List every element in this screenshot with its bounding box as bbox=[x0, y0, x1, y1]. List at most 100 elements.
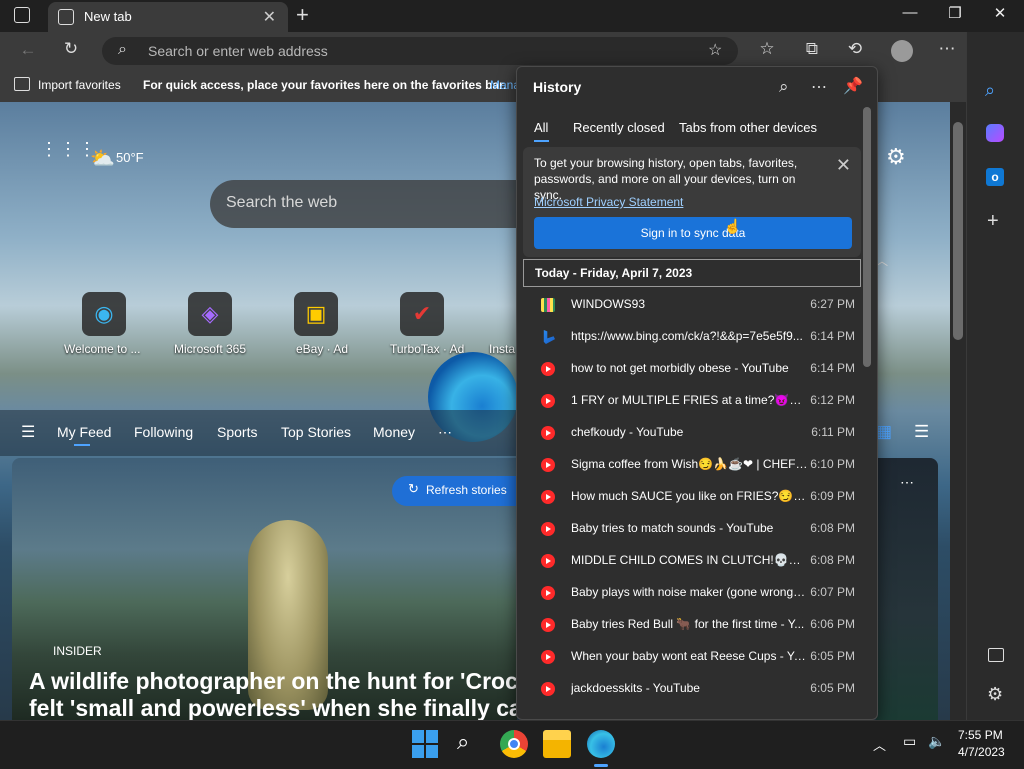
turbotax-icon: ✔ bbox=[400, 292, 444, 336]
web-search-placeholder: Search the web bbox=[226, 194, 338, 211]
windows-start-icon[interactable] bbox=[412, 730, 440, 758]
sign-in-button[interactable]: Sign in to sync data bbox=[534, 217, 852, 249]
history-scrollbar[interactable] bbox=[863, 107, 871, 367]
collections-icon[interactable]: ⧉ bbox=[797, 39, 827, 59]
refresh-icon[interactable]: ↻ bbox=[56, 39, 86, 59]
file-explorer-icon[interactable] bbox=[543, 730, 571, 758]
restore-icon[interactable]: ❐ bbox=[935, 4, 975, 28]
history-tab-recently-closed[interactable]: Recently closed bbox=[573, 120, 665, 135]
history-item-title: Baby tries Red Bull 🐂 for the first time… bbox=[571, 617, 805, 631]
edge-tile-icon: ◉ bbox=[82, 292, 126, 336]
top-site-microsoft365[interactable]: ◈ bbox=[188, 292, 232, 336]
sidebar-settings-icon[interactable]: ⚙ bbox=[987, 684, 1003, 705]
history-item[interactable]: jackdoesskits - YouTube 6:05 PM bbox=[523, 673, 861, 705]
feed-tab-money[interactable]: Money bbox=[373, 424, 415, 440]
volume-icon[interactable]: 🔈 bbox=[928, 733, 945, 750]
taskbar-time[interactable]: 7:55 PM bbox=[958, 728, 1003, 742]
privacy-statement-link[interactable]: Microsoft Privacy Statement bbox=[534, 195, 683, 209]
list-layout-icon[interactable]: ☰ bbox=[914, 422, 929, 442]
history-tab-other-devices[interactable]: Tabs from other devices bbox=[679, 120, 817, 135]
history-item[interactable]: When your baby wont eat Reese Cups - Yo.… bbox=[523, 641, 861, 673]
feed-tab-following[interactable]: Following bbox=[134, 424, 193, 440]
sidebar-add-icon[interactable]: + bbox=[987, 210, 999, 233]
feed-menu-icon[interactable]: ☰ bbox=[21, 422, 35, 442]
history-item-title: chefkoudy - YouTube bbox=[571, 425, 684, 439]
feed-tab-my-feed[interactable]: My Feed bbox=[57, 424, 111, 440]
history-item-time: 6:27 PM bbox=[810, 297, 855, 311]
weather-temp[interactable]: 50°F bbox=[116, 150, 144, 165]
app-launcher-icon[interactable]: ⋮⋮⋮ bbox=[40, 140, 97, 158]
history-item-title: WINDOWS93 bbox=[571, 297, 646, 311]
youtube-icon bbox=[541, 554, 555, 568]
sidebar-search-icon[interactable]: ⌕ bbox=[985, 80, 995, 101]
close-tab-icon[interactable]: ✕ bbox=[263, 7, 276, 27]
history-item-time: 6:08 PM bbox=[810, 553, 855, 567]
history-item-title: jackdoesskits - YouTube bbox=[571, 681, 700, 695]
profile-avatar[interactable] bbox=[891, 40, 913, 62]
tab-actions-icon[interactable] bbox=[14, 7, 30, 23]
top-site-turbotax[interactable]: ✔ bbox=[400, 292, 444, 336]
refresh-stories-button[interactable]: ↻ Refresh stories bbox=[392, 476, 518, 506]
title-bar: New tab ✕ + — ❐ ✕ bbox=[0, 0, 1024, 32]
minimize-icon[interactable]: — bbox=[890, 4, 930, 28]
history-item[interactable]: https://www.bing.com/ck/a?!&&p=7e5e5f9..… bbox=[523, 321, 861, 353]
story-headline-line2[interactable]: felt 'small and powerless' when she fina… bbox=[29, 695, 522, 722]
close-banner-icon[interactable]: ✕ bbox=[836, 155, 851, 176]
history-item[interactable]: How much SAUCE you like on FRIES?😏🍌 ... … bbox=[523, 481, 861, 513]
web-search-box[interactable]: Search the web bbox=[210, 180, 520, 228]
history-item-title: https://www.bing.com/ck/a?!&&p=7e5e5f9..… bbox=[571, 329, 803, 343]
pin-icon[interactable]: 📌 bbox=[843, 76, 863, 96]
history-item[interactable]: how to not get morbidly obese - YouTube … bbox=[523, 353, 861, 385]
sidebar-copilot-icon[interactable] bbox=[986, 124, 1004, 142]
history-item-title: how to not get morbidly obese - YouTube bbox=[571, 361, 789, 375]
tray-chevron-icon[interactable]: ︿ bbox=[873, 735, 886, 754]
page-settings-icon[interactable]: ⚙ bbox=[886, 144, 906, 170]
history-item[interactable]: Baby plays with noise maker (gone wrong)… bbox=[523, 577, 861, 609]
story-headline[interactable]: A wildlife photographer on the hunt for … bbox=[29, 668, 518, 695]
history-day-header[interactable]: Today - Friday, April 7, 2023 bbox=[523, 259, 861, 287]
chrome-icon[interactable] bbox=[500, 730, 528, 758]
feed-tab-top-stories[interactable]: Top Stories bbox=[281, 424, 351, 440]
import-favorites-button[interactable]: Import favorites bbox=[38, 78, 121, 92]
history-item[interactable]: MIDDLE CHILD COMES IN CLUTCH!💀🤩 ... 6:08… bbox=[523, 545, 861, 577]
history-item-time: 6:06 PM bbox=[810, 617, 855, 631]
top-site-welcome[interactable]: ◉ bbox=[82, 292, 126, 336]
page-scrollbar-thumb[interactable] bbox=[953, 122, 963, 340]
history-item[interactable]: Sigma coffee from Wish😏🍌☕❤ | CHEFK... 6:… bbox=[523, 449, 861, 481]
top-site-ebay[interactable]: ▣ bbox=[294, 292, 338, 336]
card-more-icon[interactable]: ⋯ bbox=[900, 474, 914, 491]
new-tab-page-icon bbox=[58, 9, 74, 25]
history-item[interactable]: chefkoudy - YouTube 6:11 PM bbox=[523, 417, 861, 449]
history-item[interactable]: 1 FRY or MULTIPLE FRIES at a time?😈🔥 ...… bbox=[523, 385, 861, 417]
feed-more-icon[interactable]: ⋯ bbox=[438, 424, 452, 441]
grid-layout-icon[interactable]: ▦ bbox=[876, 422, 892, 442]
history-more-icon[interactable]: ⋯ bbox=[811, 77, 827, 97]
tab-new-tab[interactable]: New tab ✕ bbox=[48, 2, 288, 32]
history-item[interactable]: Baby tries to match sounds - YouTube 6:0… bbox=[523, 513, 861, 545]
favorites-icon[interactable]: ☆ bbox=[752, 39, 782, 59]
close-window-icon[interactable]: ✕ bbox=[980, 4, 1020, 28]
address-bar[interactable]: ⌕ Search or enter web address ☆ bbox=[102, 37, 738, 65]
add-favorite-star-icon[interactable]: ☆ bbox=[708, 40, 722, 60]
history-item[interactable]: Baby tries Red Bull 🐂 for the first time… bbox=[523, 609, 861, 641]
youtube-icon bbox=[541, 650, 555, 664]
history-search-icon[interactable]: ⌕ bbox=[779, 77, 789, 97]
top-site-label: Microsoft 365 bbox=[174, 342, 247, 356]
taskbar-search-icon[interactable]: ⌕ bbox=[457, 729, 469, 755]
history-icon[interactable]: ⟲ bbox=[840, 39, 870, 59]
sidebar-toggle-icon[interactable] bbox=[988, 648, 1004, 662]
feed-tab-sports[interactable]: Sports bbox=[217, 424, 257, 440]
history-tab-all[interactable]: All bbox=[534, 120, 550, 142]
new-tab-plus-icon[interactable]: + bbox=[296, 2, 309, 28]
back-arrow-icon[interactable]: ← bbox=[13, 40, 43, 60]
network-icon[interactable]: ▭ bbox=[903, 733, 916, 750]
edge-sidebar: ⌕ o + ⚙ bbox=[966, 32, 1024, 720]
side-story-card[interactable] bbox=[876, 458, 938, 720]
taskbar-date[interactable]: 4/7/2023 bbox=[958, 745, 1005, 759]
more-options-icon[interactable]: ⋯ bbox=[932, 39, 962, 59]
history-item-title: MIDDLE CHILD COMES IN CLUTCH!💀🤩 ... bbox=[571, 553, 809, 567]
history-item-time: 6:09 PM bbox=[810, 489, 855, 503]
history-item[interactable]: WINDOWS93 6:27 PM bbox=[523, 289, 861, 321]
edge-taskbar-icon[interactable] bbox=[587, 730, 615, 758]
sidebar-outlook-icon[interactable]: o bbox=[986, 168, 1004, 186]
